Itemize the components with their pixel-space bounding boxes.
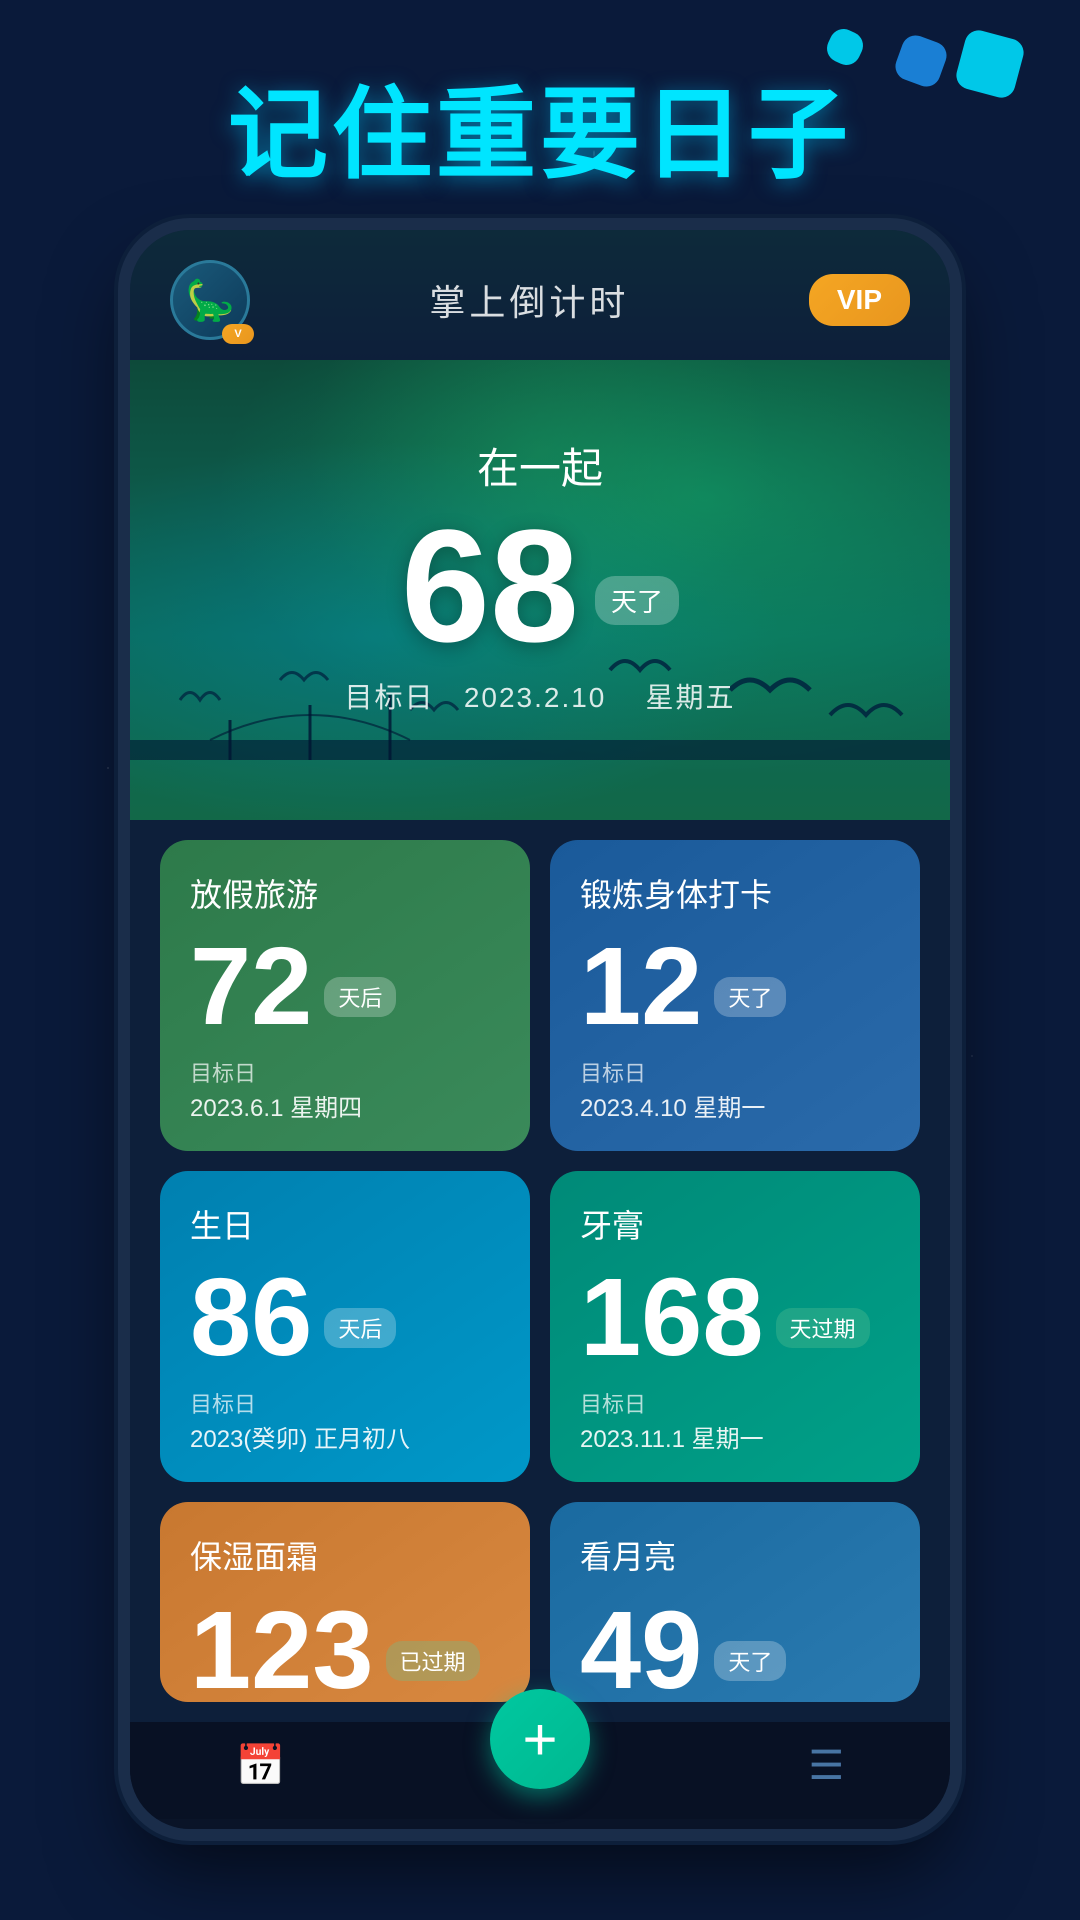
- card-birthday[interactable]: 生日 86 天后 目标日 2023(癸卯) 正月初八: [160, 1171, 530, 1482]
- phone-mockup: 🦕 V 掌上倒计时 VIP 在一起 68 天了: [130, 230, 950, 1829]
- card-exercise-date-label: 目标日: [580, 1056, 890, 1088]
- app-header: 🦕 V 掌上倒计时 VIP: [130, 230, 950, 360]
- avatar-container[interactable]: 🦕 V: [170, 260, 250, 340]
- hero-date: 目标日 2023.2.10 星期五: [344, 676, 735, 716]
- card-birthday-date-label: 目标日: [190, 1387, 500, 1419]
- card-birthday-title: 生日: [190, 1201, 500, 1247]
- hero-label: 在一起: [477, 435, 603, 496]
- card-moon-badge: 天了: [714, 1641, 786, 1681]
- card-exercise-count-row: 12 天了: [580, 932, 890, 1042]
- card-vacation-count: 72: [190, 932, 312, 1042]
- hero-section: 在一起 68 天了 目标日 2023.2.10 星期五: [130, 360, 950, 820]
- nav-item-home[interactable]: 📅: [236, 1742, 286, 1789]
- vip-button[interactable]: VIP: [809, 274, 910, 326]
- cards-grid: 放假旅游 72 天后 目标日 2023.6.1 星期四 锻炼身体打卡 12 天了…: [130, 820, 950, 1482]
- card-exercise-date: 2023.4.10 星期一: [580, 1088, 890, 1123]
- card-moon-title: 看月亮: [580, 1532, 890, 1578]
- card-toothpaste[interactable]: 牙膏 168 天过期 目标日 2023.11.1 星期一: [550, 1171, 920, 1482]
- card-vacation[interactable]: 放假旅游 72 天后 目标日 2023.6.1 星期四: [160, 840, 530, 1151]
- nav-home-icon: 📅: [236, 1742, 286, 1789]
- card-birthday-count-row: 86 天后: [190, 1263, 500, 1373]
- main-title-section: 记住重要日子: [0, 0, 1080, 230]
- main-title: 记住重要日子: [0, 80, 1080, 190]
- card-moon-count: 49: [580, 1596, 702, 1702]
- hero-count: 68: [401, 506, 579, 666]
- card-moon-count-row: 49 天了: [580, 1596, 890, 1702]
- card-moisturizer-count: 123: [190, 1596, 374, 1702]
- card-exercise-count: 12: [580, 932, 702, 1042]
- card-toothpaste-title: 牙膏: [580, 1201, 890, 1247]
- card-vacation-date-label: 目标日: [190, 1056, 500, 1088]
- nav-item-list[interactable]: ☰: [808, 1743, 844, 1789]
- card-toothpaste-count-row: 168 天过期: [580, 1263, 890, 1373]
- card-vacation-date: 2023.6.1 星期四: [190, 1088, 500, 1123]
- card-moisturizer-count-row: 123 已过期: [190, 1596, 500, 1702]
- hero-days-badge: 天了: [595, 576, 679, 625]
- card-exercise-badge: 天了: [714, 977, 786, 1017]
- card-moisturizer-badge: 已过期: [386, 1641, 480, 1681]
- hero-date-value: 2023.2.10: [464, 682, 607, 713]
- card-birthday-count: 86: [190, 1263, 312, 1373]
- hero-count-container: 68 天了: [401, 506, 679, 666]
- card-toothpaste-date: 2023.11.1 星期一: [580, 1419, 890, 1454]
- card-birthday-badge: 天后: [324, 1308, 396, 1348]
- nav-list-icon: ☰: [808, 1743, 844, 1789]
- card-exercise[interactable]: 锻炼身体打卡 12 天了 目标日 2023.4.10 星期一: [550, 840, 920, 1151]
- avatar-vip-badge: V: [222, 324, 254, 344]
- card-birthday-date: 2023(癸卯) 正月初八: [190, 1419, 500, 1454]
- card-toothpaste-badge: 天过期: [776, 1308, 870, 1348]
- bottom-nav-wrapper: 📅 ☰ +: [130, 1722, 950, 1829]
- fab-add-button[interactable]: +: [490, 1689, 590, 1789]
- hero-date-label: 目标日: [344, 682, 434, 713]
- app-title: 掌上倒计时: [429, 274, 629, 326]
- avatar-icon: 🦕: [185, 277, 235, 324]
- card-vacation-title: 放假旅游: [190, 870, 500, 916]
- card-toothpaste-date-label: 目标日: [580, 1387, 890, 1419]
- card-moon[interactable]: 看月亮 49 天了: [550, 1502, 920, 1702]
- card-exercise-title: 锻炼身体打卡: [580, 870, 890, 916]
- card-moisturizer-title: 保湿面霜: [190, 1532, 500, 1578]
- card-toothpaste-count: 168: [580, 1263, 764, 1373]
- card-moisturizer[interactable]: 保湿面霜 123 已过期: [160, 1502, 530, 1702]
- card-vacation-badge: 天后: [324, 977, 396, 1017]
- hero-weekday: 星期五: [646, 682, 736, 713]
- card-vacation-count-row: 72 天后: [190, 932, 500, 1042]
